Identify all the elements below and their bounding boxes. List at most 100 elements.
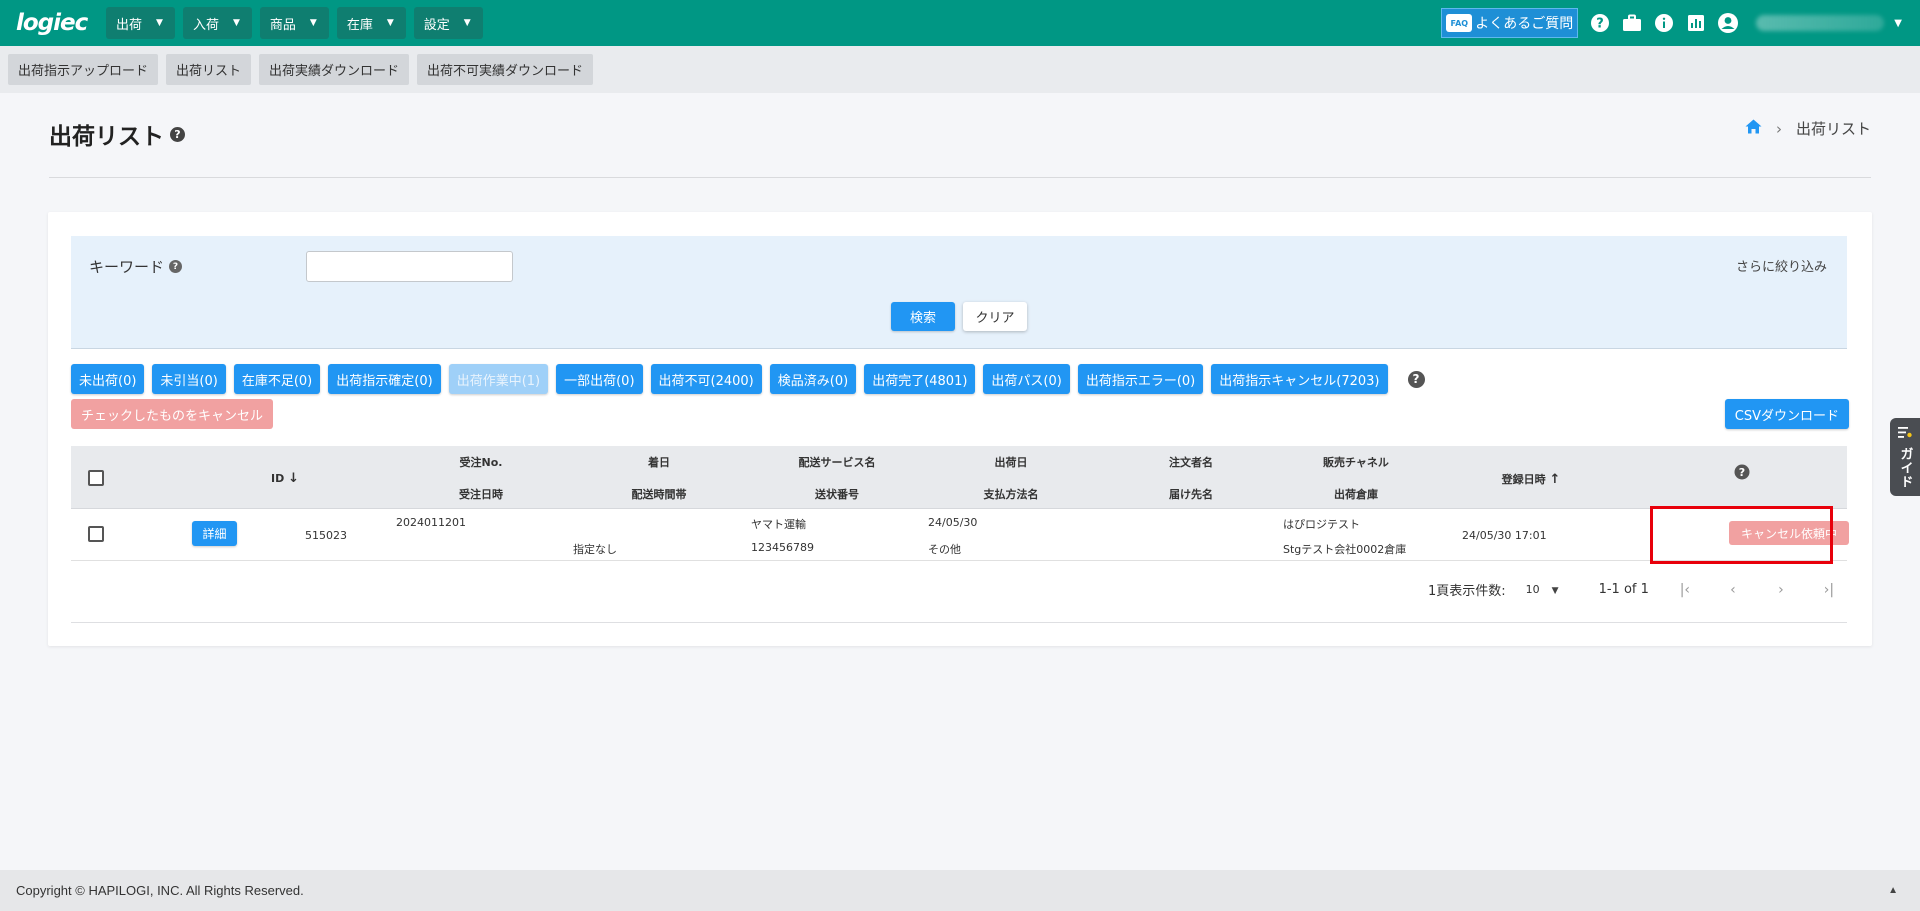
col-recipient[interactable]: 届け先名 — [1141, 486, 1241, 502]
filter-instruction-confirmed[interactable]: 出荷指示確定(0) — [328, 364, 441, 394]
help-icon[interactable]: ? — [1407, 370, 1425, 388]
filter-unshipped[interactable]: 未出荷(0) — [71, 364, 145, 394]
filter-partial-shipment[interactable]: 一部出荷(0) — [556, 364, 643, 394]
per-page-label: 1頁表示件数: — [1428, 584, 1506, 599]
logo[interactable]: logiec — [16, 9, 92, 37]
menu-label: 在庫 — [346, 17, 373, 33]
page-range: 1-1 of 1 — [1598, 582, 1649, 597]
menu-label: 出荷 — [116, 17, 143, 33]
narrow-down-link[interactable]: さらに絞り込み — [1736, 256, 1827, 275]
list-icon — [1898, 426, 1912, 443]
detail-button[interactable]: 詳細 — [192, 521, 237, 546]
col-registered[interactable]: 登録日時 ↑ — [1471, 471, 1591, 487]
caret-down-icon[interactable]: ▼ — [1894, 18, 1902, 29]
col-ship-date[interactable]: 出荷日 — [961, 454, 1061, 470]
divider — [71, 622, 1847, 623]
copyright: Copyright © HAPILOGI, INC. All Rights Re… — [16, 883, 304, 898]
account-icon[interactable] — [1717, 12, 1739, 34]
faq-label: よくあるご質問 — [1475, 16, 1574, 32]
menu-shipping[interactable]: 出荷 ▼ — [106, 7, 175, 39]
chevron-right-icon: › — [1775, 119, 1782, 138]
scroll-top-icon[interactable]: ▲ — [1888, 885, 1898, 896]
keyword-label: キーワード ? — [89, 256, 183, 277]
home-icon[interactable] — [1745, 119, 1762, 138]
filter-unshippable[interactable]: 出荷不可(2400) — [650, 364, 762, 394]
sub-toolbar: 出荷指示アップロード 出荷リスト 出荷実績ダウンロード 出荷不可実績ダウンロード — [0, 46, 1920, 93]
filter-inspected[interactable]: 検品済み(0) — [769, 364, 857, 394]
per-page-value: 10 — [1525, 583, 1540, 596]
status-filters: 未出荷(0) 未引当(0) 在庫不足(0) 出荷指示確定(0) 出荷作業中(1)… — [71, 364, 1425, 394]
help-icon[interactable]: ? — [1589, 12, 1611, 34]
first-page-icon[interactable]: |‹ — [1673, 582, 1697, 598]
cell-ship-date: 24/05/30 — [928, 516, 978, 529]
download-unshippable-results-button[interactable]: 出荷不可実績ダウンロード — [417, 54, 594, 85]
caret-down-icon: ▼ — [156, 18, 163, 28]
filter-instruction-error[interactable]: 出荷指示エラー(0) — [1077, 364, 1204, 394]
col-orderer[interactable]: 注文者名 — [1141, 454, 1241, 470]
menu-label: 設定 — [423, 17, 450, 33]
keyword-input[interactable] — [306, 251, 513, 282]
col-registered-label: 登録日時 — [1501, 473, 1546, 486]
filter-shipped[interactable]: 出荷完了(4801) — [864, 364, 976, 394]
arrow-up-icon: ↑ — [1549, 472, 1561, 487]
menu-products[interactable]: 商品 ▼ — [259, 7, 329, 39]
last-page-icon[interactable]: ›| — [1817, 582, 1841, 598]
col-order-date[interactable]: 受注日時 — [431, 486, 531, 502]
info-icon[interactable] — [1653, 12, 1675, 34]
col-arrival-date[interactable]: 着日 — [609, 454, 709, 470]
cancel-checked-button[interactable]: チェックしたものをキャンセル — [71, 399, 274, 429]
col-delivery-service[interactable]: 配送サービス名 — [777, 454, 897, 470]
user-name-redacted[interactable] — [1756, 15, 1885, 31]
upload-shipping-instruction-button[interactable]: 出荷指示アップロード — [8, 54, 159, 85]
filter-shipping-pass[interactable]: 出荷パス(0) — [983, 364, 1070, 394]
shipping-list-button[interactable]: 出荷リスト — [166, 54, 252, 85]
col-id[interactable]: ID ↓ — [271, 471, 299, 486]
row-checkbox[interactable] — [88, 526, 104, 542]
guide-label: ガイド — [1897, 447, 1913, 489]
breadcrumb-current: 出荷リスト — [1795, 120, 1871, 138]
menu-inventory[interactable]: 在庫 ▼ — [336, 7, 406, 39]
page-title: 出荷リスト ? — [49, 117, 185, 151]
caret-down-icon: ▼ — [309, 18, 317, 28]
search-panel: キーワード ? さらに絞り込み 検索 クリア — [71, 236, 1847, 349]
col-time-slot[interactable]: 配送時間帯 — [609, 486, 709, 502]
pagination: 1頁表示件数: 10 ▼ 1-1 of 1 |‹ ‹ › ›| — [1428, 580, 1841, 600]
table-header: ID ↓ 受注No. 受注日時 着日 配送時間帯 配送サービス名 送状番号 出荷… — [71, 446, 1847, 509]
help-icon[interactable]: ? — [169, 260, 183, 273]
filter-instruction-cancel[interactable]: 出荷指示キャンセル(7203) — [1211, 364, 1388, 394]
col-order-no[interactable]: 受注No. — [431, 454, 531, 470]
per-page-select[interactable]: 10 ▼ — [1526, 583, 1559, 596]
col-tracking-no[interactable]: 送状番号 — [777, 486, 897, 502]
col-channel[interactable]: 販売チャネル — [1296, 454, 1416, 470]
clear-button[interactable]: クリア — [963, 302, 1027, 331]
download-shipping-results-button[interactable]: 出荷実績ダウンロード — [259, 54, 410, 85]
help-icon[interactable]: ? — [170, 126, 185, 142]
header-tools: FAQ よくあるご質問 ? ▼ — [1441, 0, 1920, 46]
caret-down-icon: ▼ — [1551, 586, 1559, 596]
search-button[interactable]: 検索 — [891, 302, 955, 331]
next-page-icon[interactable]: › — [1769, 582, 1793, 598]
caret-down-icon: ▼ — [386, 18, 394, 28]
cell-order-no: 2024011201 — [396, 516, 466, 529]
menu-settings[interactable]: 設定 ▼ — [413, 7, 483, 39]
csv-download-button[interactable]: CSVダウンロード — [1724, 399, 1849, 429]
shipping-list-card: キーワード ? さらに絞り込み 検索 クリア 未出荷(0) 未引当(0) 在庫不… — [48, 212, 1872, 646]
faq-icon: FAQ — [1446, 14, 1473, 32]
guide-tab[interactable]: ガイド — [1890, 418, 1920, 496]
menu-receiving[interactable]: 入荷 ▼ — [182, 7, 252, 39]
svg-text:?: ? — [1597, 17, 1605, 32]
faq-button[interactable]: FAQ よくあるご質問 — [1441, 8, 1579, 38]
briefcase-icon[interactable] — [1621, 12, 1643, 34]
prev-page-icon[interactable]: ‹ — [1721, 582, 1745, 598]
filter-unallocated[interactable]: 未引当(0) — [152, 364, 226, 394]
help-icon[interactable]: ? — [1732, 464, 1752, 483]
filter-out-of-stock[interactable]: 在庫不足(0) — [233, 364, 321, 394]
col-id-label: ID — [271, 472, 285, 485]
cell-warehouse: Stgテスト会社0002倉庫 — [1283, 543, 1407, 556]
col-warehouse[interactable]: 出荷倉庫 — [1296, 486, 1416, 502]
chart-icon[interactable] — [1685, 12, 1707, 34]
select-all-checkbox[interactable] — [88, 470, 104, 486]
filter-in-progress[interactable]: 出荷作業中(1) — [448, 364, 549, 394]
divider — [49, 177, 1871, 178]
col-payment[interactable]: 支払方法名 — [961, 486, 1061, 502]
